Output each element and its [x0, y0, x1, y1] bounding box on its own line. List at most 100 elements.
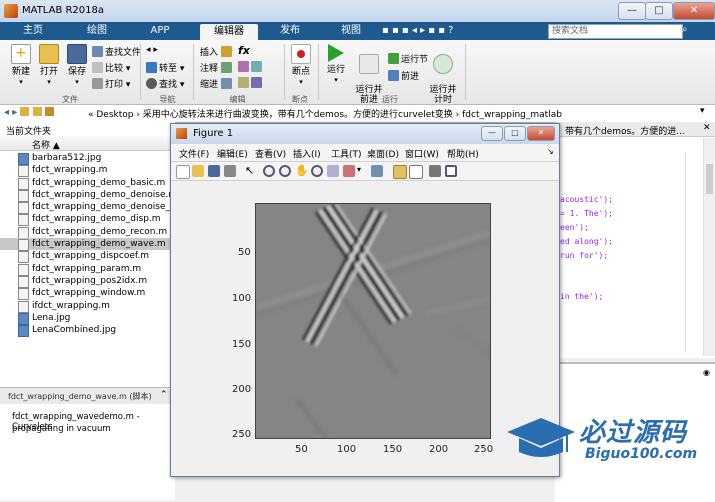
file-list-item[interactable]: fdct_wrapping_demo_denoise.m [0, 189, 177, 202]
file-list-item[interactable]: fdct_wrapping.m [0, 164, 175, 178]
menu-edit[interactable]: 编辑(E) [217, 147, 248, 160]
edit-tools-icon-2[interactable] [238, 77, 264, 89]
code-line[interactable]: run for'); [560, 251, 608, 260]
x-tick-label: 200 [429, 444, 449, 455]
open-file-icon[interactable] [192, 165, 204, 177]
print-button[interactable]: 打印 ▾ [92, 77, 130, 90]
zoom-in-icon[interactable] [263, 165, 275, 177]
close-tab-icon[interactable]: ✕ [703, 123, 711, 133]
advance-button[interactable]: 前进 [388, 69, 419, 82]
run-button[interactable]: 运行 ▾ [322, 44, 350, 85]
code-line[interactable]: = 1. The'); [560, 209, 613, 218]
name-column-header[interactable]: 名称 ▲ [32, 138, 60, 151]
graduation-cap-icon [507, 418, 575, 457]
tab-home[interactable]: 主页 [8, 22, 58, 40]
goto-button[interactable]: 转至 ▾ [146, 61, 184, 74]
editor-tab-label: 带有几个demos。方便的进... [565, 127, 685, 137]
zoom-out-icon[interactable] [279, 165, 291, 177]
file-list-item[interactable]: fdct_wrapping_demo_basic.m [0, 177, 175, 190]
menu-help[interactable]: 帮助(H) [447, 147, 479, 160]
x-tick-label: 100 [337, 444, 357, 455]
run-section-button[interactable]: 运行节 [388, 52, 428, 65]
open-button[interactable]: 打开 ▾ [36, 44, 62, 87]
rotate-icon[interactable] [311, 165, 323, 177]
current-folder-path[interactable]: « Desktop › 采用中心旋转法来进行曲波变换，带有几个demos。方便的… [88, 107, 562, 120]
minimize-button[interactable]: — [618, 2, 646, 20]
nav-buttons[interactable]: ◂ ▸ [4, 107, 54, 118]
tab-publish[interactable]: 发布 [265, 22, 315, 40]
save-button[interactable]: 保存 ▾ [64, 44, 90, 87]
file-list-item[interactable]: fdct_wrapping_dispcoef.m [0, 250, 175, 264]
file-list-item[interactable]: fdct_wrapping_window.m [0, 287, 175, 301]
comment-button[interactable]: 注释 [200, 61, 234, 74]
code-line[interactable]: acoustic'); [560, 195, 613, 204]
figure-close-button[interactable]: ✕ [527, 126, 555, 141]
search-icon[interactable]: ⌕ [682, 24, 688, 35]
menu-file[interactable]: 文件(F) [179, 147, 209, 160]
m-file-icon [18, 275, 29, 288]
code-line[interactable]: een'); [560, 223, 589, 232]
code-line[interactable]: in the'); [560, 292, 603, 301]
menu-tools[interactable]: 工具(T) [331, 147, 362, 160]
image-axes[interactable] [255, 203, 491, 439]
pan-icon[interactable]: ✋ [295, 165, 309, 177]
file-list-item[interactable]: LenaCombined.jpg [0, 324, 175, 338]
menu-view[interactable]: 查看(V) [255, 147, 286, 160]
address-dropdown-icon[interactable]: ▾ [700, 106, 705, 116]
breakpoints-button[interactable]: 断点 ▾ [288, 44, 314, 87]
save-figure-icon[interactable] [208, 165, 220, 177]
edit-tools-icon[interactable] [238, 61, 264, 73]
show-plot-tools-icon[interactable] [445, 165, 457, 177]
browse-folder-icon[interactable] [32, 107, 42, 116]
figure-maximize-button[interactable]: □ [504, 126, 526, 141]
editor-scrollbar[interactable] [703, 138, 715, 356]
new-figure-icon[interactable] [176, 165, 190, 179]
maximize-button[interactable]: □ [645, 2, 673, 20]
tab-plots[interactable]: 绘图 [72, 22, 122, 40]
tab-editor[interactable]: 编辑器 [200, 24, 258, 40]
folder-up-icon[interactable] [20, 107, 30, 116]
command-window-expand-icon[interactable]: ◉ [703, 368, 710, 377]
details-toggle-icon[interactable]: ⌃ [160, 390, 168, 400]
file-list-item[interactable]: fdct_wrapping_pos2idx.m [0, 275, 175, 288]
menubar-dock-icon[interactable]: ↘ [547, 147, 554, 156]
brush-dropdown-icon[interactable]: ▾ [357, 165, 361, 174]
new-button[interactable]: + 新建 ▾ [8, 44, 34, 87]
editor-tab[interactable]: 带有几个demos。方便的进... ✕ [555, 122, 715, 137]
tab-view[interactable]: 视图 [326, 22, 376, 40]
quick-access-toolbar[interactable]: ▪ ▪ ▪ ◂ ▸ ▪ ▪ ? [382, 25, 453, 36]
new-file-icon: + [11, 44, 31, 64]
close-button[interactable]: ✕ [673, 2, 715, 20]
colorbar-icon[interactable] [393, 165, 407, 179]
pointer-icon[interactable]: ↖ [245, 165, 257, 177]
menu-desktop[interactable]: 桌面(D) [367, 147, 399, 160]
hide-plot-tools-icon[interactable] [429, 165, 441, 177]
indent-button[interactable]: 缩进 [200, 77, 234, 90]
file-list-item[interactable]: Lena.jpg [0, 312, 175, 325]
data-cursor-icon[interactable] [327, 165, 339, 177]
tab-apps[interactable]: APP [135, 22, 185, 40]
link-plot-icon[interactable] [371, 165, 383, 177]
menu-insert[interactable]: 插入(I) [293, 147, 321, 160]
find-button[interactable]: 查找 ▾ [146, 77, 184, 90]
file-list-item[interactable]: barbara512.jpg [0, 152, 175, 165]
file-list-item[interactable]: ifdct_wrapping.m [0, 300, 175, 313]
run-and-time-button[interactable]: 运行并 计时 [428, 44, 458, 105]
code-line[interactable]: ed along'); [560, 237, 613, 246]
print-figure-icon[interactable] [224, 165, 236, 177]
file-list-item[interactable]: fdct_wrapping_demo_disp.m [0, 213, 175, 227]
brush-icon[interactable] [343, 165, 355, 177]
figure-minimize-button[interactable]: — [481, 126, 503, 141]
insert-button[interactable]: 插入 [200, 45, 234, 58]
file-list-item[interactable]: fdct_wrapping_demo_denoise_enh [0, 201, 187, 215]
file-list-item[interactable]: fdct_wrapping_param.m [0, 263, 175, 276]
legend-icon[interactable] [409, 165, 423, 179]
file-list-item[interactable]: fdct_wrapping_demo_recon.m [0, 226, 175, 239]
search-input[interactable]: 搜索文档 [548, 24, 683, 39]
find-files-button[interactable]: 查找文件 [92, 45, 141, 58]
fx-button[interactable]: fx [238, 44, 250, 57]
compare-button[interactable]: 比较 ▾ [92, 61, 130, 74]
file-list-item[interactable]: fdct_wrapping_demo_wave.m [0, 238, 175, 252]
nav-back-forward[interactable]: ◂ ▸ [146, 45, 158, 55]
menu-window[interactable]: 窗口(W) [405, 147, 439, 160]
